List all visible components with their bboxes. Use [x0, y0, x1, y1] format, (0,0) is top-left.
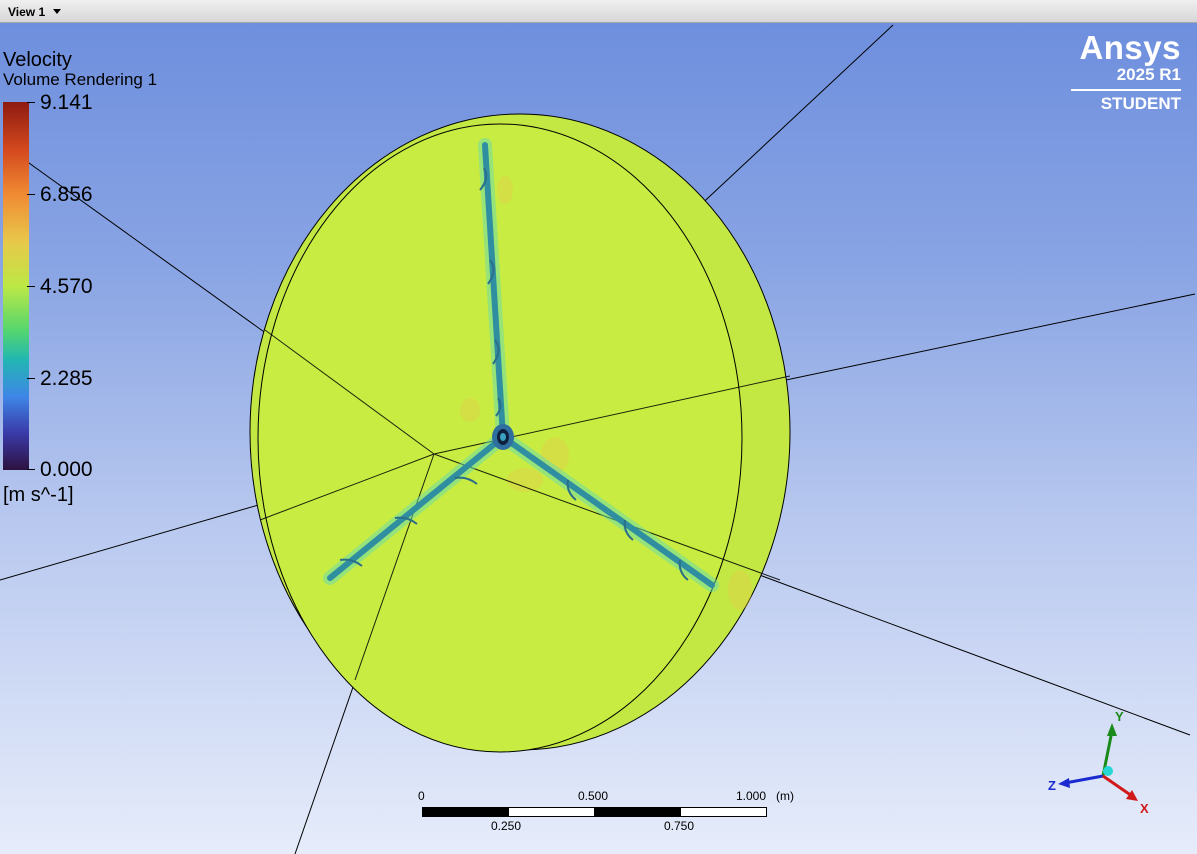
scale-label: 1.000 — [736, 789, 767, 803]
legend-unit: [m s^-1] — [3, 484, 74, 506]
color-legend-bar — [3, 102, 29, 470]
logo-version: 2025 R1 — [1116, 65, 1181, 84]
scale-segment — [594, 807, 681, 817]
scale-label: 0.250 — [491, 819, 522, 833]
velocity-patch — [728, 570, 752, 610]
ansys-logo: Ansys 2025 R1 STUDENT — [1061, 31, 1181, 114]
logo-name: Ansys — [1079, 29, 1181, 66]
logo-edition: STUDENT — [1100, 94, 1181, 113]
velocity-patch — [460, 398, 480, 422]
legend-label: 6.856 — [40, 183, 93, 206]
scale-unit: (m) — [776, 789, 794, 803]
triad-label-y: Y — [1115, 709, 1124, 724]
legend-tick — [27, 378, 35, 379]
rotor-hub — [492, 424, 514, 450]
volume-rendering-scene — [0, 24, 1196, 854]
z-axis-arrow — [1064, 774, 1104, 785]
axis-triad[interactable]: Y Z X — [1040, 703, 1160, 813]
scale-segment — [680, 807, 767, 817]
triad-origin — [1103, 766, 1113, 776]
legend-label: 4.570 — [40, 275, 93, 298]
triad-label-x: X — [1140, 801, 1149, 813]
logo-divider — [1071, 89, 1181, 91]
legend-label-max: 9.141 — [40, 91, 93, 114]
legend-tick — [27, 469, 35, 470]
scale-label: 0.750 — [664, 819, 695, 833]
legend-tick — [27, 194, 35, 195]
chevron-down-icon — [53, 9, 62, 14]
view-toolbar: View 1 — [0, 0, 1197, 23]
3d-viewport[interactable]: Velocity Volume Rendering 1 9.141 6.856 … — [0, 23, 1197, 854]
x-axis-arrow — [1102, 774, 1133, 798]
legend-title: Velocity — [3, 49, 72, 71]
triad-label-z: Z — [1048, 778, 1056, 793]
view-selector-label: View 1 — [8, 4, 46, 19]
view-selector[interactable]: View 1 — [2, 2, 67, 21]
scale-ruler: 0 0.500 1.000 (m) 0.250 0.750 — [414, 786, 814, 836]
legend-label: 2.285 — [40, 367, 93, 390]
legend-subtitle: Volume Rendering 1 — [3, 70, 158, 89]
velocity-patch — [497, 176, 513, 204]
scale-segment — [508, 807, 595, 817]
scale-segment — [422, 807, 509, 817]
y-arrowhead — [1107, 723, 1117, 736]
scale-label: 0.500 — [578, 789, 609, 803]
z-arrowhead — [1058, 778, 1070, 788]
legend-label-min: 0.000 — [40, 458, 93, 481]
velocity-patch — [507, 468, 543, 492]
scale-label: 0 — [418, 789, 425, 803]
legend-tick — [27, 286, 35, 287]
legend-tick — [27, 102, 35, 103]
